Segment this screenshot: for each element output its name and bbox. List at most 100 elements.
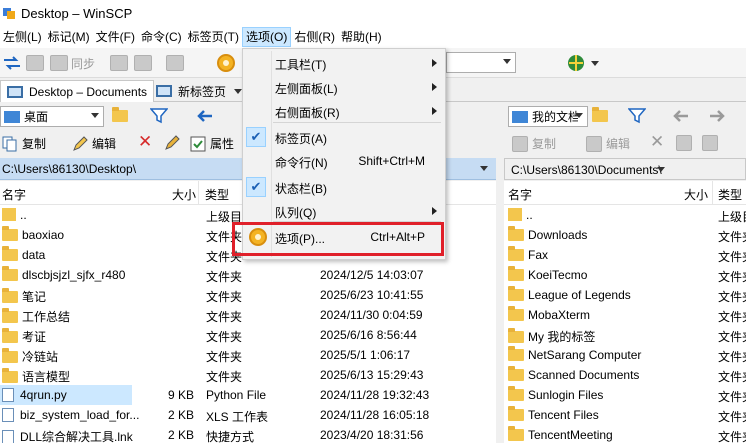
menu-item-queue[interactable]: 队列(Q) bbox=[243, 199, 445, 223]
right-back-button[interactable] bbox=[672, 105, 690, 127]
menu-item-label: 状态栏(B) bbox=[275, 182, 327, 196]
left-col-name[interactable]: 名字 bbox=[2, 186, 26, 203]
table-row[interactable]: .. 上级目 bbox=[504, 205, 746, 225]
menu-left[interactable]: 左侧(L) bbox=[0, 27, 45, 47]
panel-splitter[interactable] bbox=[496, 158, 504, 443]
menu-item-tabs[interactable]: ✔ 标签页(A) bbox=[243, 125, 445, 149]
synchronize-button[interactable]: 同步 bbox=[50, 52, 95, 74]
compare-directories-button[interactable] bbox=[2, 52, 22, 74]
right-delete-button[interactable]: ✕ bbox=[650, 132, 664, 152]
file-icon bbox=[2, 388, 14, 402]
menu-item-shortcut: Shift+Ctrl+M bbox=[358, 154, 425, 168]
table-row[interactable]: 语言模型 文件夹 2025/6/13 15:29:43 bbox=[0, 365, 496, 385]
menu-item-status-bar[interactable]: ✔ 状态栏(B) bbox=[243, 175, 445, 199]
table-row[interactable]: 笔记 文件夹 2025/6/23 10:41:55 bbox=[0, 285, 496, 305]
menu-item-right-panel[interactable]: 右侧面板(R) bbox=[243, 99, 445, 123]
table-row[interactable]: DLL综合解决工具.lnk 2 KB 快捷方式 2023/4/20 18:31:56 bbox=[0, 425, 496, 443]
session-combo[interactable] bbox=[446, 52, 516, 73]
left-edit-button[interactable]: 编辑 bbox=[72, 135, 116, 152]
menu-item-toolbars[interactable]: 工具栏(T) bbox=[243, 51, 445, 75]
tab-desktop-documents[interactable]: Desktop – Documents bbox=[0, 80, 155, 102]
table-row[interactable]: biz_system_load_for... 2 KB XLS 工作表 2024/11… bbox=[0, 405, 496, 425]
right-col-name[interactable]: 名字 bbox=[508, 186, 532, 203]
back-arrow-icon bbox=[673, 110, 688, 122]
console-button[interactable] bbox=[110, 52, 128, 74]
right-path-header[interactable]: C:\Users\86130\Documents\ bbox=[504, 158, 746, 180]
menu-commands[interactable]: 命令(C) bbox=[138, 27, 185, 47]
right-file-list[interactable]: ..上级目Downloads文件夹Fax文件夹KoeiTecmo文件夹Leagu… bbox=[504, 205, 746, 443]
right-filter-button[interactable] bbox=[628, 105, 646, 127]
gear-icon bbox=[217, 54, 235, 72]
right-forward-button[interactable] bbox=[708, 105, 726, 127]
folder-icon bbox=[508, 328, 524, 343]
table-row[interactable]: Scanned Documents 文件夹 bbox=[504, 365, 746, 385]
right-location-combo[interactable]: 我的文档 bbox=[508, 106, 588, 127]
table-row[interactable]: Sunlogin Files 文件夹 bbox=[504, 385, 746, 405]
preferences-toolbar-button[interactable] bbox=[216, 52, 236, 74]
edit-icon bbox=[73, 135, 88, 151]
left-delete-button[interactable]: ✕ bbox=[138, 132, 152, 152]
left-copy-label: 复制 bbox=[22, 137, 47, 151]
folder-icon bbox=[508, 386, 524, 401]
menu-file[interactable]: 文件(F) bbox=[93, 27, 138, 47]
right-copy-button[interactable]: 复制 bbox=[512, 135, 556, 152]
new-tab-button[interactable]: 新标签页 bbox=[150, 80, 248, 102]
table-row[interactable]: TencentMeeting 文件夹 bbox=[504, 425, 746, 443]
table-row[interactable]: Downloads 文件夹 bbox=[504, 225, 746, 245]
toolbar-disabled-button-1[interactable] bbox=[26, 52, 44, 74]
rename-icon bbox=[165, 135, 180, 150]
table-row[interactable]: MobaXterm 文件夹 bbox=[504, 305, 746, 325]
table-row[interactable]: dlscbjsjzl_sjfx_r480 文件夹 2024/12/5 14:03:0… bbox=[0, 265, 496, 285]
computer-icon bbox=[7, 85, 23, 98]
column-divider[interactable] bbox=[712, 181, 713, 205]
menu-tabs[interactable]: 标签页(T) bbox=[185, 27, 242, 47]
menu-item-label: 队列(Q) bbox=[275, 206, 317, 220]
left-open-folder-button[interactable] bbox=[112, 105, 132, 127]
file-type: 文件夹 bbox=[206, 290, 243, 304]
menu-mark[interactable]: 标记(M) bbox=[45, 27, 93, 47]
file-type: 文件夹 bbox=[718, 370, 746, 384]
table-row[interactable]: KoeiTecmo 文件夹 bbox=[504, 265, 746, 285]
menu-item-command-line[interactable]: 命令行(N) Shift+Ctrl+M bbox=[243, 149, 445, 173]
menu-help[interactable]: 帮助(H) bbox=[338, 27, 385, 47]
file-modified: 2024/11/28 16:05:18 bbox=[320, 408, 430, 422]
left-col-size[interactable]: 大小 bbox=[172, 186, 196, 203]
right-properties-button[interactable] bbox=[702, 135, 718, 151]
left-filter-button[interactable] bbox=[150, 105, 168, 127]
right-col-type[interactable]: 类型 bbox=[718, 186, 742, 203]
table-row[interactable]: NetSarang Computer 文件夹 bbox=[504, 345, 746, 365]
left-back-button[interactable] bbox=[196, 105, 214, 127]
left-properties-button[interactable]: 属性 bbox=[190, 135, 234, 152]
left-col-type[interactable]: 类型 bbox=[205, 186, 229, 203]
globe-button[interactable] bbox=[566, 52, 599, 74]
table-row[interactable]: League of Legends 文件夹 bbox=[504, 285, 746, 305]
menu-item-left-panel[interactable]: 左侧面板(L) bbox=[243, 75, 445, 99]
menu-bar: 左侧(L) 标记(M) 文件(F) 命令(C) 标签页(T) 选项(O) 右侧(… bbox=[0, 26, 746, 48]
right-open-folder-button[interactable] bbox=[592, 105, 612, 127]
right-col-size[interactable]: 大小 bbox=[684, 186, 708, 203]
table-row[interactable]: 工作总结 文件夹 2024/11/30 0:04:59 bbox=[0, 305, 496, 325]
right-edit-button[interactable]: 编辑 bbox=[586, 135, 630, 152]
refresh-button[interactable] bbox=[166, 52, 184, 74]
left-location-combo[interactable]: 桌面 bbox=[0, 106, 104, 127]
file-type: 文件夹 bbox=[206, 370, 243, 384]
left-copy-button[interactable]: 复制 bbox=[2, 135, 46, 152]
right-rename-button[interactable] bbox=[676, 135, 692, 151]
column-divider[interactable] bbox=[198, 181, 199, 205]
table-row[interactable]: Fax 文件夹 bbox=[504, 245, 746, 265]
chevron-down-icon bbox=[91, 113, 99, 118]
chevron-down-icon bbox=[591, 60, 599, 66]
table-row[interactable]: My 我的标签 文件夹 bbox=[504, 325, 746, 345]
toolbar-disabled-button-2[interactable] bbox=[134, 52, 152, 74]
rename-icon bbox=[676, 135, 692, 151]
chevron-down-icon bbox=[657, 167, 665, 172]
file-name: biz_system_load_for... bbox=[20, 408, 140, 422]
table-row[interactable]: 冷链站 文件夹 2025/5/1 1:06:17 bbox=[0, 345, 496, 365]
left-rename-button[interactable] bbox=[164, 135, 182, 151]
menu-right[interactable]: 右侧(R) bbox=[291, 27, 338, 47]
table-row[interactable]: 4qrun.py 9 KB Python File 2024/11/28 19:32:… bbox=[0, 385, 496, 405]
file-type: Python File bbox=[206, 388, 267, 402]
table-row[interactable]: 考证 文件夹 2025/6/16 8:56:44 bbox=[0, 325, 496, 345]
menu-options[interactable]: 选项(O) bbox=[242, 27, 292, 47]
table-row[interactable]: Tencent Files 文件夹 bbox=[504, 405, 746, 425]
